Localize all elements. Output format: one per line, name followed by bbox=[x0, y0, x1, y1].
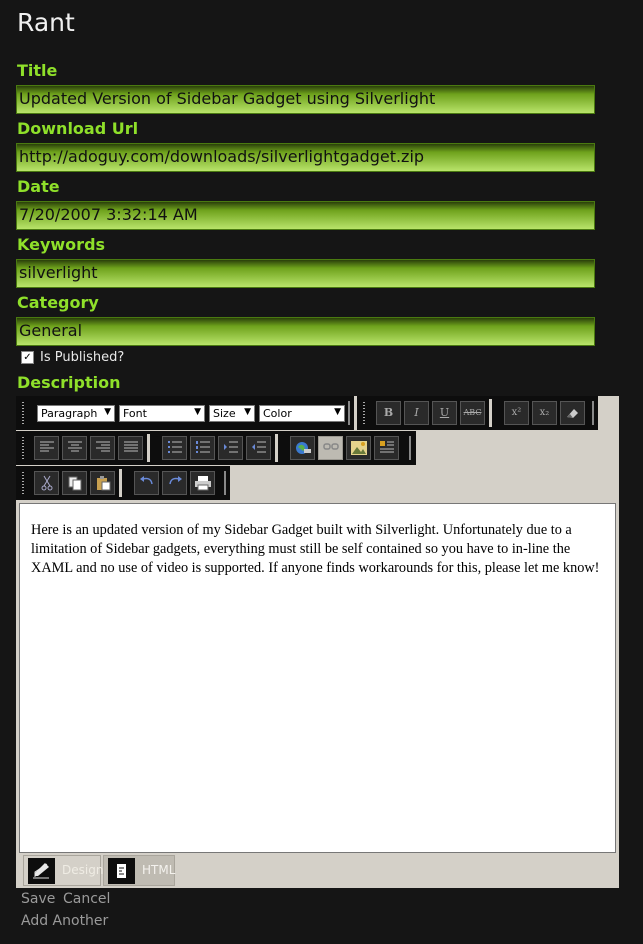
undo-icon[interactable] bbox=[134, 471, 159, 495]
insert-link-icon[interactable] bbox=[290, 436, 315, 460]
subscript-button[interactable]: x₂ bbox=[532, 401, 557, 425]
justify-icon[interactable] bbox=[118, 436, 143, 460]
cancel-button[interactable]: Cancel bbox=[63, 891, 110, 907]
font-select[interactable]: Font ▼ bbox=[119, 405, 205, 422]
published-label: Is Published? bbox=[40, 350, 125, 365]
eraser-icon[interactable] bbox=[560, 401, 585, 425]
toolbar-grip[interactable] bbox=[19, 466, 28, 500]
tab-design[interactable]: Design bbox=[23, 855, 104, 886]
keywords-field[interactable]: silverlight bbox=[16, 259, 595, 288]
add-another-button[interactable]: Add Another bbox=[21, 913, 108, 929]
title-label: Title bbox=[17, 61, 58, 80]
toolbar-row-format: Paragraph ▼ Font ▼ Size ▼ Color ▼ B I U ABC … bbox=[16, 396, 619, 430]
description-label: Description bbox=[17, 373, 121, 392]
print-icon[interactable] bbox=[190, 471, 215, 495]
editor-mode-tabs: Design HTML bbox=[19, 855, 616, 886]
paragraph-select[interactable]: Paragraph ▼ bbox=[37, 405, 115, 422]
keywords-label: Keywords bbox=[17, 235, 106, 254]
chevron-down-icon: ▼ bbox=[194, 407, 201, 417]
category-field[interactable]: General bbox=[16, 317, 595, 346]
editor-content[interactable]: Here is an updated version of my Sidebar… bbox=[19, 503, 616, 853]
toolbar-grip[interactable] bbox=[360, 396, 369, 430]
chevron-down-icon: ▼ bbox=[244, 407, 251, 417]
published-checkbox[interactable]: ✓ bbox=[21, 351, 34, 364]
toolbar-end bbox=[221, 466, 230, 500]
published-row: ✓ Is Published? bbox=[21, 350, 124, 365]
toolbar-end bbox=[589, 396, 598, 430]
font-select-value: Font bbox=[123, 407, 147, 420]
bulleted-list-icon[interactable] bbox=[162, 436, 187, 460]
design-icon bbox=[28, 858, 55, 884]
save-button[interactable]: Save bbox=[21, 891, 55, 907]
tab-design-label: Design bbox=[62, 863, 104, 877]
toolbar-separator bbox=[147, 434, 150, 462]
numbered-list-icon[interactable] bbox=[190, 436, 215, 460]
strikethrough-button[interactable]: ABC bbox=[460, 401, 485, 425]
toolbar-separator bbox=[275, 434, 278, 462]
date-field[interactable]: 7/20/2007 3:32:14 AM bbox=[16, 201, 595, 230]
cut-icon[interactable] bbox=[34, 471, 59, 495]
outdent-icon[interactable] bbox=[246, 436, 271, 460]
toolbar-separator bbox=[119, 469, 122, 497]
size-select[interactable]: Size ▼ bbox=[209, 405, 255, 422]
unlink-icon[interactable] bbox=[318, 436, 343, 460]
insert-image-icon[interactable] bbox=[346, 436, 371, 460]
download-url-field[interactable]: http://adoguy.com/downloads/silverlightg… bbox=[16, 143, 595, 172]
color-select[interactable]: Color ▼ bbox=[259, 405, 345, 422]
toolbar-end bbox=[406, 431, 415, 465]
title-field[interactable]: Updated Version of Sidebar Gadget using … bbox=[16, 85, 595, 114]
tab-html[interactable]: HTML bbox=[103, 855, 175, 886]
chevron-down-icon: ▼ bbox=[334, 407, 341, 417]
paragraph-select-value: Paragraph bbox=[41, 407, 98, 420]
paste-icon[interactable] bbox=[90, 471, 115, 495]
toolbar-grip[interactable] bbox=[19, 431, 28, 465]
html-icon bbox=[108, 858, 135, 884]
align-left-icon[interactable] bbox=[34, 436, 59, 460]
insert-table-icon[interactable] bbox=[374, 436, 399, 460]
tab-html-label: HTML bbox=[142, 863, 176, 877]
toolbar-separator bbox=[489, 399, 492, 427]
align-center-icon[interactable] bbox=[62, 436, 87, 460]
color-select-value: Color bbox=[263, 407, 292, 420]
superscript-button[interactable]: x² bbox=[504, 401, 529, 425]
underline-button[interactable]: U bbox=[432, 401, 457, 425]
bold-button[interactable]: B bbox=[376, 401, 401, 425]
copy-icon[interactable] bbox=[62, 471, 87, 495]
indent-icon[interactable] bbox=[218, 436, 243, 460]
redo-icon[interactable] bbox=[162, 471, 187, 495]
italic-button[interactable]: I bbox=[404, 401, 429, 425]
align-right-icon[interactable] bbox=[90, 436, 115, 460]
size-select-value: Size bbox=[213, 407, 236, 420]
page-title: Rant bbox=[17, 8, 75, 37]
chevron-down-icon: ▼ bbox=[104, 407, 111, 417]
toolbar-row-edit bbox=[16, 466, 230, 500]
toolbar-row-paragraph bbox=[16, 431, 416, 465]
rich-text-editor: Paragraph ▼ Font ▼ Size ▼ Color ▼ B I U ABC … bbox=[16, 396, 619, 888]
toolbar-grip[interactable] bbox=[19, 396, 28, 430]
download-url-label: Download Url bbox=[17, 119, 139, 138]
date-label: Date bbox=[17, 177, 60, 196]
toolbar-end bbox=[345, 396, 354, 430]
category-label: Category bbox=[17, 293, 99, 312]
